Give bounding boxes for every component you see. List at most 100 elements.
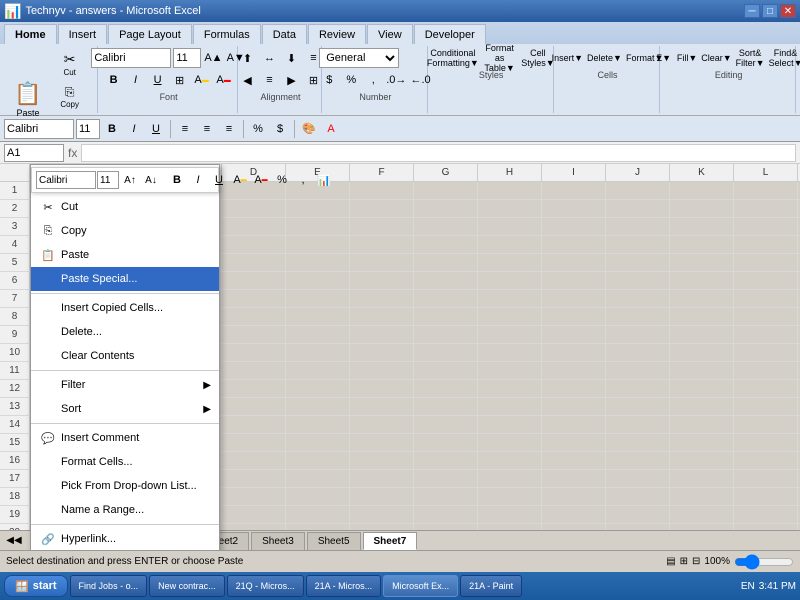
cell-I16[interactable] — [542, 452, 606, 469]
cell-K6[interactable] — [670, 272, 734, 289]
fill-btn[interactable]: Fill▼ — [676, 48, 698, 68]
ctx-insert-copied[interactable]: Insert Copied Cells... — [31, 296, 219, 320]
cell-F8[interactable] — [350, 308, 414, 325]
mini-underline[interactable]: U — [146, 119, 166, 139]
formula-input[interactable] — [81, 144, 796, 162]
cell-J7[interactable] — [606, 290, 670, 307]
cell-L5[interactable] — [734, 254, 798, 271]
cell-D2[interactable] — [222, 200, 286, 217]
align-center-btn[interactable]: ≡ — [259, 70, 279, 90]
cell-K12[interactable] — [670, 380, 734, 397]
cell-L11[interactable] — [734, 362, 798, 379]
cell-K16[interactable] — [670, 452, 734, 469]
cell-H1[interactable] — [478, 182, 542, 199]
col-K[interactable]: K — [670, 164, 734, 181]
cell-K18[interactable] — [670, 488, 734, 505]
cell-L1[interactable] — [734, 182, 798, 199]
tab-page-layout[interactable]: Page Layout — [108, 24, 192, 44]
taskbar-21a-paint[interactable]: 21A - Paint — [460, 575, 522, 597]
cell-D15[interactable] — [222, 434, 286, 451]
sheet-tab-sheet3[interactable]: Sheet3 — [251, 532, 305, 550]
cell-I1[interactable] — [542, 182, 606, 199]
decimal-inc-btn[interactable]: .0→ — [385, 70, 407, 90]
cell-F12[interactable] — [350, 380, 414, 397]
ctx-name-range[interactable]: Name a Range... — [31, 498, 219, 522]
cell-J12[interactable] — [606, 380, 670, 397]
cell-J3[interactable] — [606, 218, 670, 235]
cell-L4[interactable] — [734, 236, 798, 253]
autosum-btn[interactable]: Σ▼ — [654, 48, 674, 68]
cut-button[interactable]: ✂ Cut — [48, 48, 91, 80]
cell-G18[interactable] — [414, 488, 478, 505]
fill-color-btn[interactable]: A▬ — [192, 70, 212, 90]
cell-G11[interactable] — [414, 362, 478, 379]
tab-data[interactable]: Data — [262, 24, 307, 44]
mini-tb-italic[interactable]: I — [188, 171, 208, 189]
cell-G4[interactable] — [414, 236, 478, 253]
cell-E18[interactable] — [286, 488, 350, 505]
cell-F11[interactable] — [350, 362, 414, 379]
cell-H18[interactable] — [478, 488, 542, 505]
taskbar-microsoft-ex[interactable]: Microsoft Ex... — [383, 575, 458, 597]
row-header-14[interactable]: 14 — [0, 416, 30, 433]
row-header-13[interactable]: 13 — [0, 398, 30, 415]
cell-I5[interactable] — [542, 254, 606, 271]
cell-J19[interactable] — [606, 506, 670, 523]
sheet-tab-sheet5[interactable]: Sheet5 — [307, 532, 361, 550]
font-size-up-btn[interactable]: A▲ — [203, 48, 223, 68]
cell-H8[interactable] — [478, 308, 542, 325]
name-box[interactable] — [4, 144, 64, 162]
cell-G17[interactable] — [414, 470, 478, 487]
cell-F13[interactable] — [350, 398, 414, 415]
cell-G13[interactable] — [414, 398, 478, 415]
cell-K8[interactable] — [670, 308, 734, 325]
cell-F16[interactable] — [350, 452, 414, 469]
cell-L8[interactable] — [734, 308, 798, 325]
mini-fill-color[interactable]: 🎨 — [299, 119, 319, 139]
cell-G8[interactable] — [414, 308, 478, 325]
cell-K15[interactable] — [670, 434, 734, 451]
taskbar-21a-micros[interactable]: 21A - Micros... — [306, 575, 382, 597]
ctx-filter[interactable]: Filter ▶ — [31, 373, 219, 397]
cell-D17[interactable] — [222, 470, 286, 487]
cell-F19[interactable] — [350, 506, 414, 523]
row-header-12[interactable]: 12 — [0, 380, 30, 397]
mini-tb-comma[interactable]: , — [293, 171, 313, 189]
cell-I8[interactable] — [542, 308, 606, 325]
row-header-10[interactable]: 10 — [0, 344, 30, 361]
percent-btn[interactable]: % — [341, 70, 361, 90]
cell-J9[interactable] — [606, 326, 670, 343]
cell-G12[interactable] — [414, 380, 478, 397]
cell-I9[interactable] — [542, 326, 606, 343]
cell-H4[interactable] — [478, 236, 542, 253]
mini-tb-percent[interactable]: % — [272, 171, 292, 189]
align-middle-btn[interactable]: ↔ — [259, 48, 279, 68]
cell-L10[interactable] — [734, 344, 798, 361]
number-format-select[interactable]: General — [319, 48, 399, 68]
ctx-clear[interactable]: Clear Contents — [31, 344, 219, 368]
cell-E11[interactable] — [286, 362, 350, 379]
cell-H15[interactable] — [478, 434, 542, 451]
cell-F18[interactable] — [350, 488, 414, 505]
cell-J14[interactable] — [606, 416, 670, 433]
align-top-btn[interactable]: ⬆ — [237, 48, 257, 68]
cell-H6[interactable] — [478, 272, 542, 289]
cell-J4[interactable] — [606, 236, 670, 253]
cell-G3[interactable] — [414, 218, 478, 235]
cell-H3[interactable] — [478, 218, 542, 235]
cell-I6[interactable] — [542, 272, 606, 289]
cell-I11[interactable] — [542, 362, 606, 379]
cell-J2[interactable] — [606, 200, 670, 217]
cell-G1[interactable] — [414, 182, 478, 199]
cell-J16[interactable] — [606, 452, 670, 469]
cell-F6[interactable] — [350, 272, 414, 289]
cell-K13[interactable] — [670, 398, 734, 415]
row-header-11[interactable]: 11 — [0, 362, 30, 379]
row-header-16[interactable]: 16 — [0, 452, 30, 469]
cell-H14[interactable] — [478, 416, 542, 433]
cell-E5[interactable] — [286, 254, 350, 271]
cell-L6[interactable] — [734, 272, 798, 289]
cell-I10[interactable] — [542, 344, 606, 361]
mini-tb-underline[interactable]: U — [209, 171, 229, 189]
cell-K14[interactable] — [670, 416, 734, 433]
